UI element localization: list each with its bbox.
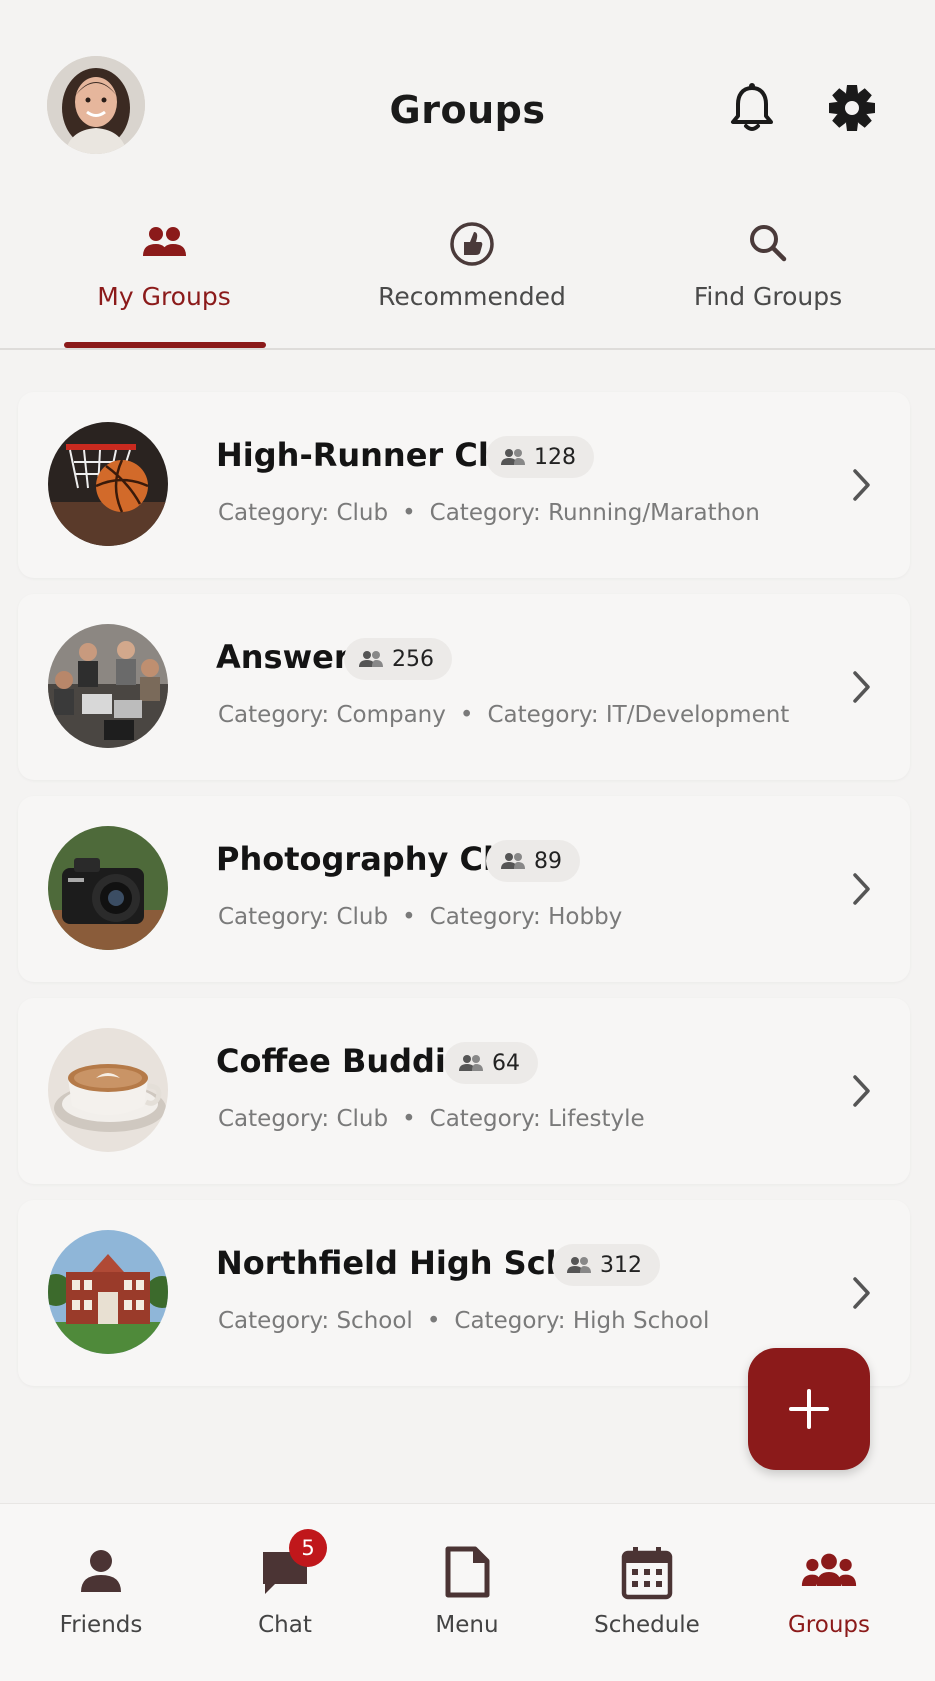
chevron-right-icon bbox=[853, 469, 870, 501]
category-2: Category: IT/Development bbox=[487, 702, 790, 728]
plus-icon bbox=[789, 1389, 829, 1429]
active-tab-indicator bbox=[64, 342, 266, 348]
tab-recommended[interactable]: Recommended bbox=[352, 210, 592, 350]
group-categories: Category: School • Category: High School bbox=[218, 1308, 709, 1334]
group-thumbnail bbox=[48, 624, 168, 748]
group-thumbnail bbox=[48, 422, 168, 546]
group-card-photography-club[interactable]: Photography Club 89 Category: Club • Categ… bbox=[18, 796, 910, 982]
separator: • bbox=[402, 500, 416, 526]
category-1: Category: Club bbox=[218, 904, 389, 930]
member-count: 64 bbox=[492, 1050, 520, 1076]
nav-label: Schedule bbox=[594, 1612, 700, 1638]
thumbs-up-icon bbox=[450, 222, 494, 266]
category-1: Category: School bbox=[218, 1308, 413, 1334]
member-count: 128 bbox=[534, 444, 576, 470]
calendar-icon bbox=[621, 1547, 673, 1600]
separator: • bbox=[426, 1308, 441, 1334]
nav-friends[interactable]: Friends bbox=[21, 1504, 181, 1681]
page-title: Groups bbox=[389, 88, 546, 132]
group-tabs: My Groups Recommended Find Groups bbox=[0, 210, 935, 350]
separator: • bbox=[402, 904, 416, 930]
separator: • bbox=[459, 702, 474, 728]
nav-groups[interactable]: Groups bbox=[749, 1504, 909, 1681]
member-count: 256 bbox=[392, 646, 434, 672]
group-categories: Category: Club • Category: Hobby bbox=[218, 904, 622, 930]
member-count: 89 bbox=[534, 848, 562, 874]
gear-icon[interactable] bbox=[828, 82, 876, 134]
people-icon bbox=[143, 227, 186, 256]
groups-icon bbox=[801, 1553, 857, 1586]
tab-label: Find Groups bbox=[693, 282, 843, 311]
create-group-button[interactable] bbox=[748, 1348, 870, 1470]
members-icon bbox=[459, 1055, 483, 1071]
chevron-right-icon bbox=[853, 873, 870, 905]
category-2: Category: Lifestyle bbox=[429, 1106, 645, 1132]
app-header: Groups bbox=[0, 0, 935, 200]
category-2: Category: Running/Marathon bbox=[429, 500, 760, 526]
category-2: Category: Hobby bbox=[429, 904, 623, 930]
members-icon bbox=[501, 853, 525, 869]
category-1: Category: Company bbox=[218, 702, 446, 728]
category-2: Category: High School bbox=[454, 1308, 710, 1334]
group-categories: Category: Club • Category: Lifestyle bbox=[218, 1106, 645, 1132]
members-icon bbox=[359, 651, 383, 667]
category-1: Category: Club bbox=[218, 500, 389, 526]
tab-my-groups[interactable]: My Groups bbox=[44, 210, 284, 350]
document-icon bbox=[445, 1546, 490, 1598]
chevron-right-icon bbox=[853, 1277, 870, 1309]
member-count-badge: 89 bbox=[486, 840, 580, 882]
member-count-badge: 256 bbox=[344, 638, 452, 680]
nav-label: Friends bbox=[59, 1612, 143, 1638]
group-thumbnail bbox=[48, 826, 168, 950]
bottom-navigation: Friends 5 Chat Menu Schedule Groups bbox=[0, 1503, 935, 1681]
nav-label: Chat bbox=[258, 1612, 312, 1638]
tab-find-groups[interactable]: Find Groups bbox=[648, 210, 888, 350]
tab-label: Recommended bbox=[378, 282, 566, 311]
nav-label: Groups bbox=[787, 1612, 870, 1638]
person-icon bbox=[81, 1550, 121, 1592]
member-count: 312 bbox=[600, 1252, 642, 1278]
chat-unread-badge: 5 bbox=[289, 1529, 327, 1567]
search-icon bbox=[750, 225, 787, 262]
chevron-right-icon bbox=[853, 1075, 870, 1107]
nav-menu[interactable]: Menu bbox=[387, 1504, 547, 1681]
nav-label: Menu bbox=[435, 1612, 499, 1638]
member-count-badge: 312 bbox=[552, 1244, 660, 1286]
members-icon bbox=[501, 449, 525, 465]
group-categories: Category: Club • Category: Running/Maratho… bbox=[218, 500, 760, 526]
tab-label: My Groups bbox=[97, 282, 231, 311]
bell-icon[interactable] bbox=[728, 82, 776, 134]
group-thumbnail bbox=[48, 1028, 168, 1152]
member-count-badge: 128 bbox=[486, 436, 594, 478]
separator: • bbox=[402, 1106, 416, 1132]
group-categories: Category: Company • Category: IT/Developme… bbox=[218, 702, 789, 728]
group-card-coffee-buddies[interactable]: Coffee Buddies 64 Category: Club • Categor… bbox=[18, 998, 910, 1184]
chevron-right-icon bbox=[853, 671, 870, 703]
nav-chat[interactable]: 5 Chat bbox=[205, 1504, 365, 1681]
member-count-badge: 64 bbox=[444, 1042, 538, 1084]
group-card-answer[interactable]: Answer 256 Category: Company • Category: I… bbox=[18, 594, 910, 780]
nav-schedule[interactable]: Schedule bbox=[567, 1504, 727, 1681]
category-1: Category: Club bbox=[218, 1106, 389, 1132]
group-thumbnail bbox=[48, 1230, 168, 1354]
members-icon bbox=[567, 1257, 591, 1273]
group-name: Answer bbox=[216, 638, 350, 676]
group-card-high-runner-club[interactable]: High-Runner Club 128 Category: Club • Cate… bbox=[18, 392, 910, 578]
